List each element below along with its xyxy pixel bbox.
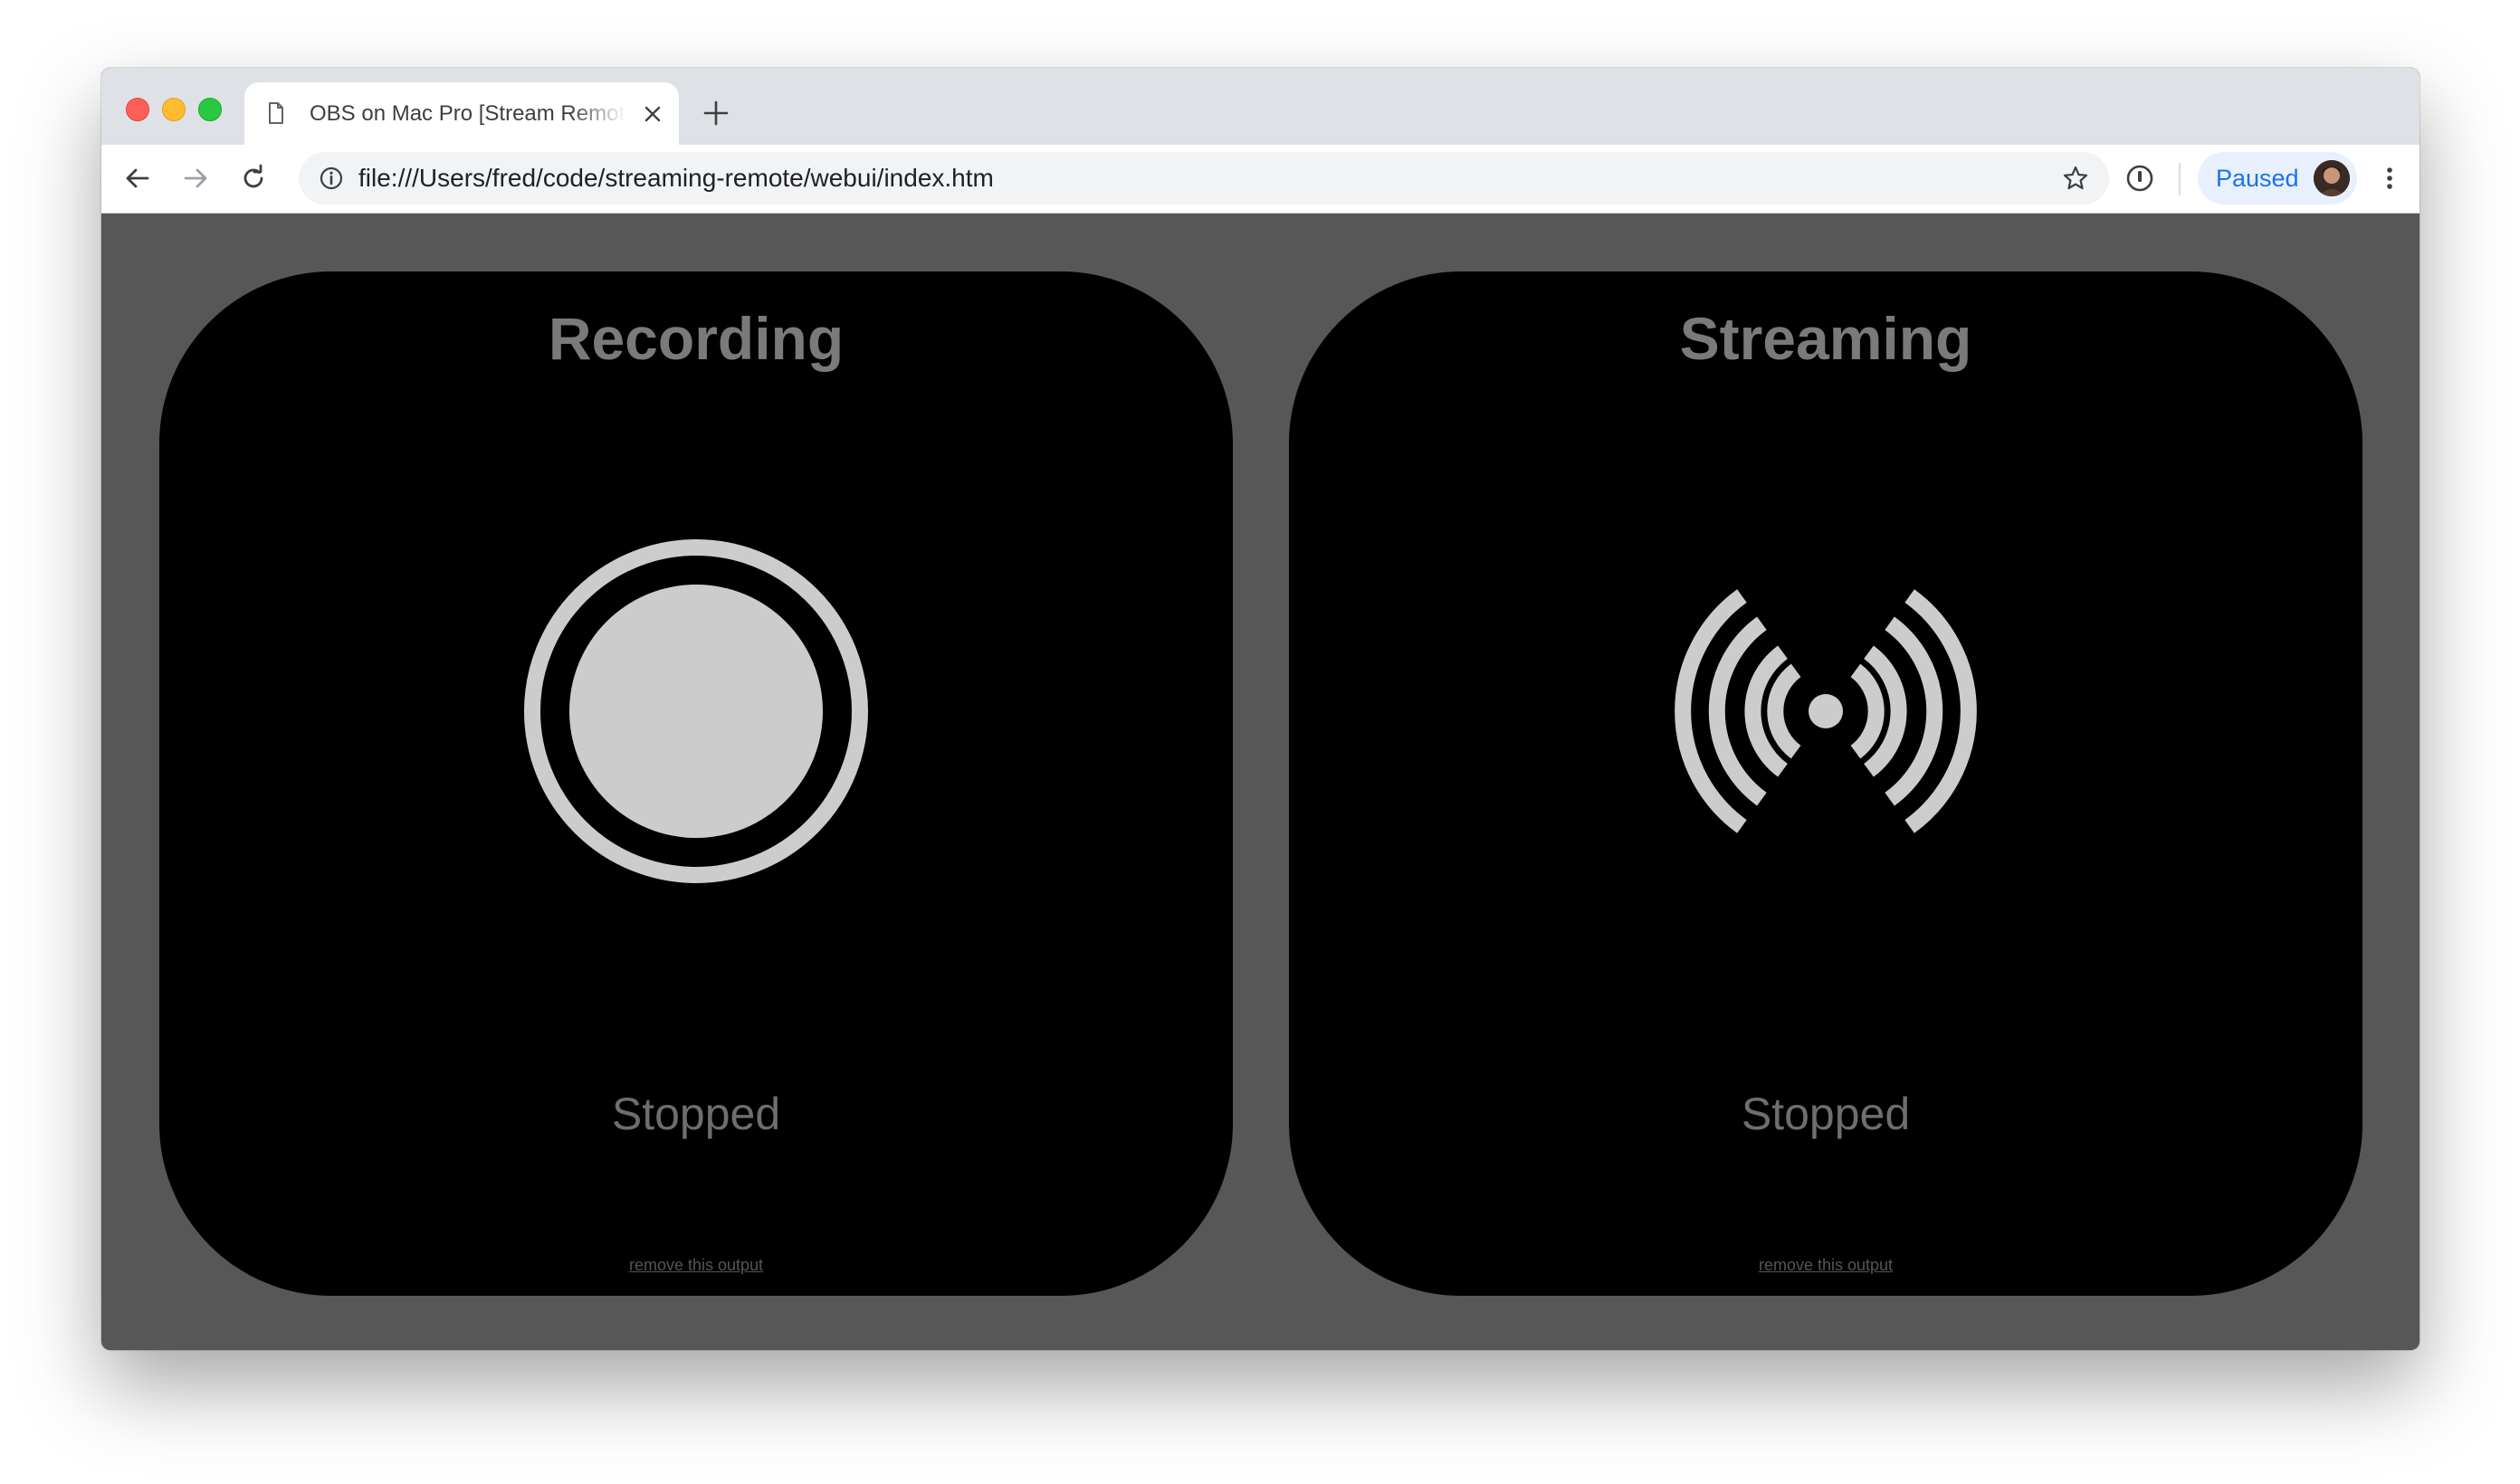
profile-status-label: Paused — [2216, 165, 2299, 192]
page-content: Recording Stopped remove this output Str… — [101, 214, 2420, 1350]
reload-button[interactable] — [235, 160, 272, 196]
arrow-left-icon — [126, 168, 149, 188]
broadcast-icon — [1675, 589, 1977, 833]
browser-window: OBS on Mac Pro [Stream Remote] file:///U… — [101, 68, 2420, 1350]
browser-toolbar: file:///Users/fred/code/streaming-remote… — [101, 145, 2420, 214]
back-button[interactable] — [119, 160, 156, 196]
tab-title: OBS on Mac Pro [Stream Remote] — [310, 101, 626, 126]
toolbar-divider — [2179, 163, 2181, 195]
document-icon — [269, 102, 283, 124]
reload-icon — [243, 164, 263, 188]
remove-output-link[interactable]: remove this output — [1289, 1256, 2362, 1275]
forward-button[interactable] — [177, 160, 214, 196]
url-text: file:///Users/fred/code/streaming-remote… — [358, 164, 994, 192]
streaming-panel[interactable]: Streaming Stopped remove this output — [1289, 271, 2362, 1296]
arrow-right-icon — [184, 168, 207, 188]
star-icon[interactable] — [2062, 165, 2089, 192]
zoom-window-button[interactable] — [198, 98, 222, 121]
info-icon[interactable] — [319, 166, 344, 191]
kebab-menu-icon[interactable] — [2372, 160, 2408, 196]
plus-icon[interactable] — [702, 99, 730, 128]
remove-output-link[interactable]: remove this output — [159, 1256, 1233, 1275]
password-manager-icon[interactable] — [2122, 160, 2158, 196]
minimize-window-button[interactable] — [162, 98, 186, 121]
panel-title: Streaming — [1679, 305, 1972, 372]
avatar — [2314, 160, 2350, 196]
close-window-button[interactable] — [126, 98, 149, 121]
status-text: Stopped — [611, 1089, 781, 1139]
tab-active[interactable]: OBS on Mac Pro [Stream Remote] — [244, 82, 679, 145]
profile-button[interactable]: Paused — [2198, 152, 2357, 205]
close-icon[interactable] — [643, 104, 663, 124]
address-bar[interactable]: file:///Users/fred/code/streaming-remote… — [299, 152, 2109, 205]
panel-title: Recording — [548, 305, 845, 372]
tab-strip: OBS on Mac Pro [Stream Remote] — [101, 68, 2420, 145]
recording-panel[interactable]: Recording Stopped remove this output — [159, 271, 1233, 1296]
status-text: Stopped — [1741, 1089, 1911, 1139]
record-icon — [524, 539, 868, 883]
